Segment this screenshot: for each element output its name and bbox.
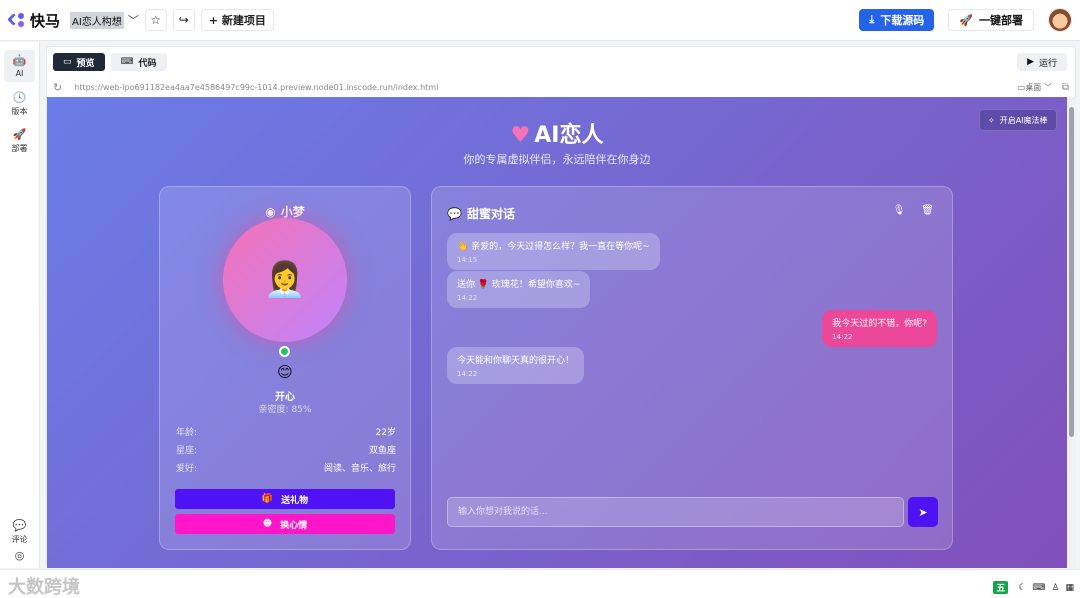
person-icon[interactable]: ♙ <box>1051 583 1059 593</box>
download-icon: ⤓ <box>869 13 875 26</box>
download-source-button[interactable]: ⤓ 下载源码 <box>859 9 935 31</box>
chevron-down-icon[interactable]: ﹀ <box>128 12 139 28</box>
monitor-icon: ▭ <box>63 57 72 67</box>
keyboard-icon[interactable]: ⌨ <box>1032 583 1045 593</box>
preview-url[interactable]: https://web-ipo691182ea4aa7e4586497c99c-… <box>74 83 1018 92</box>
profile-card: ◉ 小梦 👩‍💼 😊 开心 亲密度: 85% 年龄: 22岁 星座: 双鱼座 爱好: 阅… <box>159 186 411 550</box>
intimacy-level: 亲密度: 85% <box>258 405 312 415</box>
preview-url-bar: ↻ https://web-ipo691182ea4aa7e4586497c99… <box>53 78 1069 96</box>
user-circle-icon: ◉ <box>265 205 276 219</box>
send-gift-button[interactable]: 🎁 送礼物 <box>175 489 395 509</box>
chat-title: 💬 甜蜜对话 <box>447 207 515 221</box>
app-preview: ♥ AI恋人 你的专属虚拟伴侣，永远陪伴在你身边 ✧ 开启AI魔法棒 ◉ 小梦 👩‍💼… <box>47 97 1067 568</box>
moon-icon[interactable]: ☾ <box>1018 583 1026 593</box>
rail-item-ai[interactable]: 🤖 AI <box>4 50 35 82</box>
chat-message: 送你 🌹 玫瑰花！希望你喜欢~ 14:22 <box>447 271 591 308</box>
microphone-icon[interactable]: 🎙 <box>893 205 906 216</box>
watermark: 大数跨境 <box>8 577 80 598</box>
smile-icon: ☻ <box>262 519 273 529</box>
info-row-zodiac: 星座: 双鱼座 <box>176 446 396 456</box>
ai-magic-wand-button[interactable]: ✧ 开启AI魔法棒 <box>979 109 1057 131</box>
tab-code[interactable]: ⌨ 代码 <box>110 53 167 71</box>
woman-avatar-icon: 👩‍💼 <box>263 260 307 300</box>
user-avatar[interactable] <box>1048 8 1072 32</box>
chat-tools: 🎙 🗑 <box>877 205 934 216</box>
left-rail: 🤖 AI 🕓 版本 🚀 部署 💬 评论 ◎ <box>0 42 40 568</box>
robot-icon: 🤖 <box>12 53 27 67</box>
send-message-button[interactable]: ➤ <box>908 497 938 527</box>
online-status-dot <box>279 346 290 357</box>
run-button[interactable]: ▶ 运行 <box>1017 53 1067 71</box>
page-title: ♥ AI恋人 <box>510 123 604 148</box>
brand-name: 快马 <box>30 11 61 30</box>
new-project-button[interactable]: + 新建项目 <box>200 9 274 31</box>
rail-item-version[interactable]: 🕓 版本 <box>4 88 35 120</box>
trash-icon[interactable]: 🗑 <box>921 205 934 216</box>
system-tray: 五 ☾ ⌨ ♙ ▦ <box>987 581 1074 594</box>
grid-icon[interactable]: ▦ <box>1065 583 1074 593</box>
page-subtitle: 你的专属虚拟伴侣，永远陪伴在你身边 <box>463 153 651 166</box>
info-row-age: 年龄: 22岁 <box>176 428 396 438</box>
top-bar: 快马 AI恋人构想 ﹀ ☆ ↪ + 新建项目 ⤓ 下载源码 🚀 一键部署 <box>0 0 1080 41</box>
rocket-icon: 🚀 <box>12 127 27 141</box>
code-icon: ⌨ <box>120 57 134 67</box>
chat-bubbles-icon: 💬 <box>447 207 462 221</box>
open-external-icon[interactable]: ⧉ <box>1062 82 1069 93</box>
rail-item-comments[interactable]: 💬 评论 <box>4 516 35 548</box>
rocket-icon: 🚀 <box>959 13 973 27</box>
heart-icon: ♥ <box>510 123 531 148</box>
settings-icon[interactable]: ◎ <box>4 548 35 566</box>
companion-avatar: 👩‍💼 <box>223 218 347 342</box>
clock-icon: 🕓 <box>12 90 27 104</box>
smile-emoji-icon: 😊 <box>277 363 293 381</box>
share-icon[interactable]: ↪ <box>172 9 195 31</box>
view-tabs: ▭ 预览 ⌨ 代码 <box>53 53 173 71</box>
chat-message: 我今天过的不错，你呢? 14:22 <box>822 310 937 347</box>
chat-message-input[interactable] <box>447 497 904 527</box>
reload-icon[interactable]: ↻ <box>53 81 62 94</box>
chat-message: 👋 亲爱的，今天过得怎么样？我一直在等你呢~ 14:15 <box>447 233 660 270</box>
info-row-hobbies: 爱好: 阅读、音乐、旅行 <box>176 464 396 474</box>
paper-plane-icon: ➤ <box>918 505 928 519</box>
chat-message: 今天能和你聊天真的很开心！ 14:22 <box>447 347 585 384</box>
device-select[interactable]: ▭桌面 ﹀ <box>1018 82 1052 93</box>
project-name[interactable]: AI恋人构想 <box>70 11 124 29</box>
kuaima-logo-icon <box>7 11 26 29</box>
play-icon: ▶ <box>1027 57 1034 67</box>
preview-scrollbar[interactable] <box>1067 97 1076 568</box>
one-click-deploy-button[interactable]: 🚀 一键部署 <box>948 9 1034 31</box>
tab-preview[interactable]: ▭ 预览 <box>53 53 105 71</box>
mood-text: 开心 <box>275 392 295 403</box>
chat-card: 💬 甜蜜对话 🎙 🗑 👋 亲爱的，今天过得怎么样？我一直在等你呢~ 14:15 送… <box>431 186 953 550</box>
rail-item-deploy[interactable]: 🚀 部署 <box>4 125 35 157</box>
comment-icon: 💬 <box>12 518 27 532</box>
gift-icon: 🎁 <box>261 494 274 504</box>
ime-indicator[interactable]: 五 <box>993 581 1009 594</box>
change-mood-button[interactable]: ☻ 换心情 <box>175 514 395 534</box>
star-icon[interactable]: ☆ <box>144 9 167 31</box>
editor-panel: ▭ 预览 ⌨ 代码 ▶ 运行 ↻ https://web-ipo691182ea4aa… <box>46 46 1076 568</box>
bottom-bar <box>0 569 1080 598</box>
magic-wand-icon: ✧ <box>988 115 995 125</box>
